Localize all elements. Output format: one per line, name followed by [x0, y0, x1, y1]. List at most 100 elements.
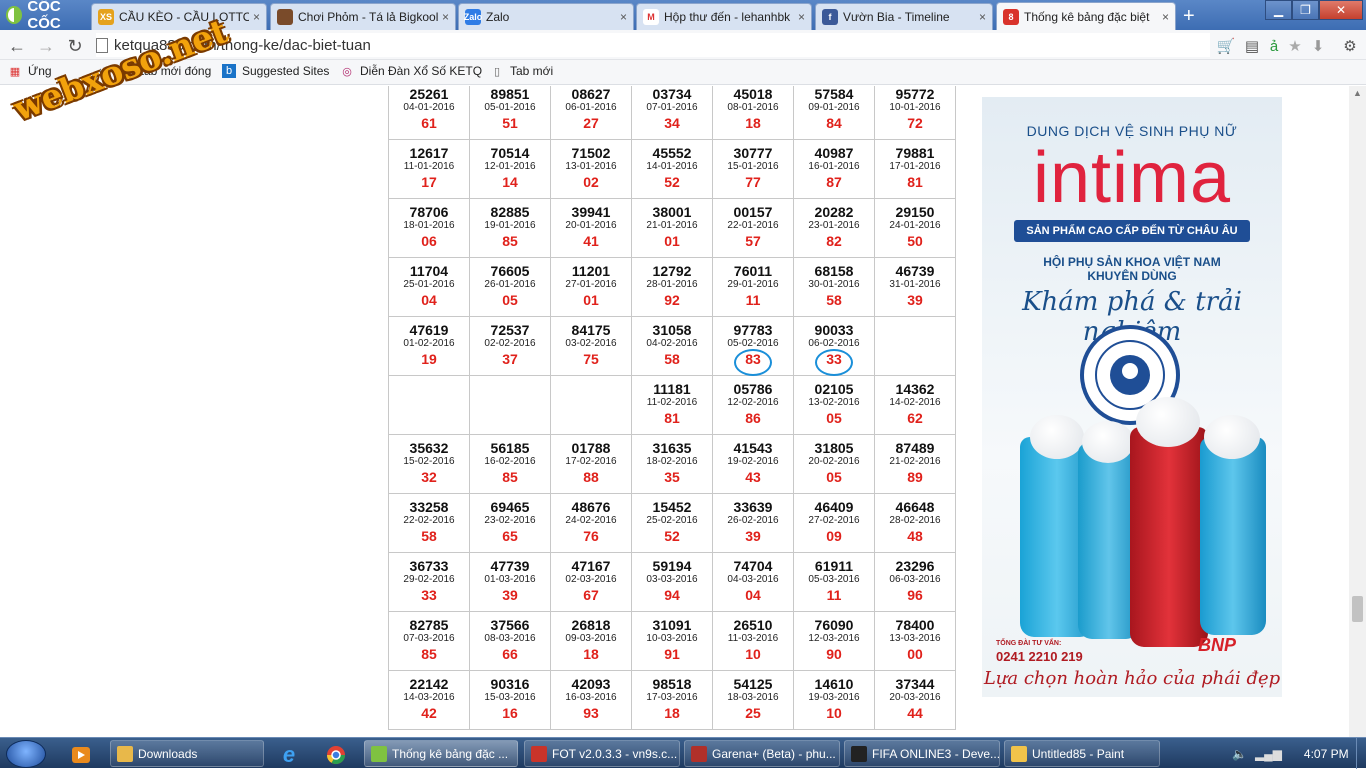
- last-two-digits: 06: [421, 233, 437, 249]
- result-date: 22-02-2016: [403, 515, 455, 526]
- taskbar-window-button[interactable]: FOT v2.0.3.3 - vn9s.c...: [524, 740, 680, 767]
- reload-icon[interactable]: ↻: [64, 35, 86, 57]
- coccoc-menu-button[interactable]: CỐC CỐC: [0, 0, 90, 32]
- last-two-digits: 16: [502, 705, 518, 721]
- last-two-digits: 58: [664, 351, 680, 367]
- taskbar-window-button[interactable]: Downloads: [110, 740, 264, 767]
- media-player-icon[interactable]: [60, 741, 102, 768]
- last-two-digits: 84: [826, 115, 842, 131]
- intima-ad-banner[interactable]: DUNG DỊCH VỆ SINH PHỤ NỮ intima SẢN PHẨM…: [982, 97, 1282, 697]
- network-signal-icon[interactable]: ▂▄▆: [1255, 747, 1282, 761]
- last-two-digits: 10: [826, 705, 842, 721]
- browser-tab[interactable]: Chơi Phỏm - Tá lả Bigkool ×: [270, 3, 456, 30]
- volume-icon[interactable]: 🔈: [1232, 747, 1247, 761]
- special-number: 74704: [733, 558, 773, 574]
- special-number: 33258: [409, 499, 449, 515]
- result-date: 21-02-2016: [889, 456, 941, 467]
- last-two-digits: 32: [421, 469, 437, 485]
- browser-tab[interactable]: 8 Thống kê bảng đặc biệt ×: [996, 2, 1176, 30]
- browser-tab[interactable]: Zalo Zalo ×: [458, 3, 634, 30]
- last-two-digits: 62: [907, 410, 923, 426]
- special-number: 37566: [490, 617, 530, 633]
- new-tab-plus-icon[interactable]: +: [1183, 5, 1195, 28]
- app-icon: [1011, 745, 1027, 762]
- chrome-icon[interactable]: [315, 741, 357, 768]
- bookmark-new-tab[interactable]: ▯ Tab mới: [490, 64, 553, 78]
- shopping-cart-icon[interactable]: 🛒: [1216, 36, 1236, 56]
- scroll-up-arrow-icon[interactable]: ▲: [1349, 86, 1366, 100]
- special-number: 36733: [409, 558, 449, 574]
- bookmark-label: Diễn Đàn Xổ Số KETQ: [360, 64, 483, 78]
- result-cell: 76605 26-01-2016 05: [469, 257, 551, 317]
- taskbar-window-button[interactable]: Thống kê bảng đặc ...: [364, 740, 518, 767]
- special-number: 26818: [571, 617, 611, 633]
- result-cell: 76090 12-03-2016 90: [793, 611, 875, 671]
- result-cell: 11181 11-02-2016 81: [631, 375, 713, 435]
- browser-tab[interactable]: M Hộp thư đến - lehanhbk ×: [636, 3, 812, 30]
- taskbar-window-label: FIFA ONLINE3 - Deve...: [872, 746, 1000, 761]
- last-two-digits: 57: [745, 233, 761, 249]
- special-number: 12792: [652, 263, 692, 279]
- tab-favicon-icon: [277, 9, 293, 25]
- tab-close-icon[interactable]: ×: [798, 10, 805, 24]
- tab-title: Zalo: [486, 10, 510, 24]
- close-window-button[interactable]: ✕: [1319, 0, 1363, 20]
- bookmark-star-icon[interactable]: ★: [1285, 36, 1305, 56]
- system-clock[interactable]: 4:07 PM: [1304, 747, 1349, 761]
- address-bar[interactable]: ketqua888.com/thong-ke/dac-biet-tuan: [96, 33, 1210, 57]
- internet-explorer-icon[interactable]: e: [268, 741, 310, 768]
- result-cell: 42093 16-03-2016 93: [550, 670, 632, 730]
- taskbar-window-button[interactable]: Garena+ (Beta) - phu...: [684, 740, 840, 767]
- restore-button[interactable]: ❐: [1292, 0, 1319, 20]
- special-number: 31635: [652, 440, 692, 456]
- tab-close-icon[interactable]: ×: [1162, 10, 1169, 24]
- scroll-thumb[interactable]: [1352, 596, 1363, 622]
- browser-tab[interactable]: f Vườn Bia - Timeline ×: [815, 3, 993, 30]
- hotline-number: 0241 2210 219: [996, 649, 1083, 664]
- bookmark-suggested-sites[interactable]: b Suggested Sites: [222, 64, 329, 78]
- ad-association-line: HỘI PHỤ SẢN KHOA VIỆT NAM: [1043, 255, 1221, 269]
- result-cell: 71502 13-01-2016 02: [550, 139, 632, 199]
- special-number: 68158: [814, 263, 854, 279]
- last-two-digits: 90: [826, 646, 842, 662]
- result-cell: 46739 31-01-2016 39: [874, 257, 956, 317]
- start-button[interactable]: [6, 740, 46, 768]
- bookmark-forum[interactable]: ◎ Diễn Đàn Xổ Số KETQ: [340, 64, 482, 78]
- last-two-digits: 05: [826, 469, 842, 485]
- special-number: 48676: [571, 499, 611, 515]
- browser-menu-icon[interactable]: ⚙: [1340, 36, 1360, 56]
- result-cell: 45018 08-01-2016 18: [712, 86, 794, 140]
- tab-close-icon[interactable]: ×: [253, 10, 260, 24]
- page-scrollbar[interactable]: ▲: [1349, 86, 1366, 737]
- adblock-icon[interactable]: ả: [1264, 36, 1284, 56]
- taskbar-window-button[interactable]: FIFA ONLINE3 - Deve...: [844, 740, 1000, 767]
- last-two-digits: 51: [502, 115, 518, 131]
- bookmark-apps[interactable]: ▦ Ứng: [8, 64, 52, 78]
- result-date: 13-03-2016: [889, 633, 941, 644]
- bookmarks-bar: ▦ Ứng ↺ Các tab mới đóng b Suggested Sit…: [0, 60, 1366, 85]
- last-two-digits: 44: [907, 705, 923, 721]
- result-cell: 31091 10-03-2016 91: [631, 611, 713, 671]
- result-date: 07-03-2016: [403, 633, 455, 644]
- result-date: 18-02-2016: [646, 456, 698, 467]
- special-number: 14362: [895, 381, 935, 397]
- taskbar-window-label: Garena+ (Beta) - phu...: [712, 746, 836, 761]
- taskbar-window-button[interactable]: Untitled85 - Paint: [1004, 740, 1160, 767]
- result-cell: 00157 22-01-2016 57: [712, 198, 794, 258]
- minimize-button[interactable]: ▁: [1265, 0, 1292, 20]
- back-arrow-icon[interactable]: ←: [6, 35, 28, 57]
- tab-close-icon[interactable]: ×: [442, 10, 449, 24]
- show-desktop-button[interactable]: [1356, 738, 1366, 769]
- windows-taskbar: e Downloads Thống kê bảng đặc ... FOT v2.0…: [0, 737, 1366, 769]
- forward-arrow-icon[interactable]: →: [35, 35, 57, 57]
- tab-close-icon[interactable]: ×: [620, 10, 627, 24]
- result-date: 29-01-2016: [727, 279, 779, 290]
- tab-favicon-icon: M: [643, 9, 659, 25]
- download-icon[interactable]: ⬇: [1308, 36, 1328, 56]
- result-date: 21-01-2016: [646, 220, 698, 231]
- result-date: 27-02-2016: [808, 515, 860, 526]
- translate-icon[interactable]: ▤: [1242, 36, 1262, 56]
- last-two-digits: 39: [907, 292, 923, 308]
- result-date: 22-01-2016: [727, 220, 779, 231]
- tab-close-icon[interactable]: ×: [979, 10, 986, 24]
